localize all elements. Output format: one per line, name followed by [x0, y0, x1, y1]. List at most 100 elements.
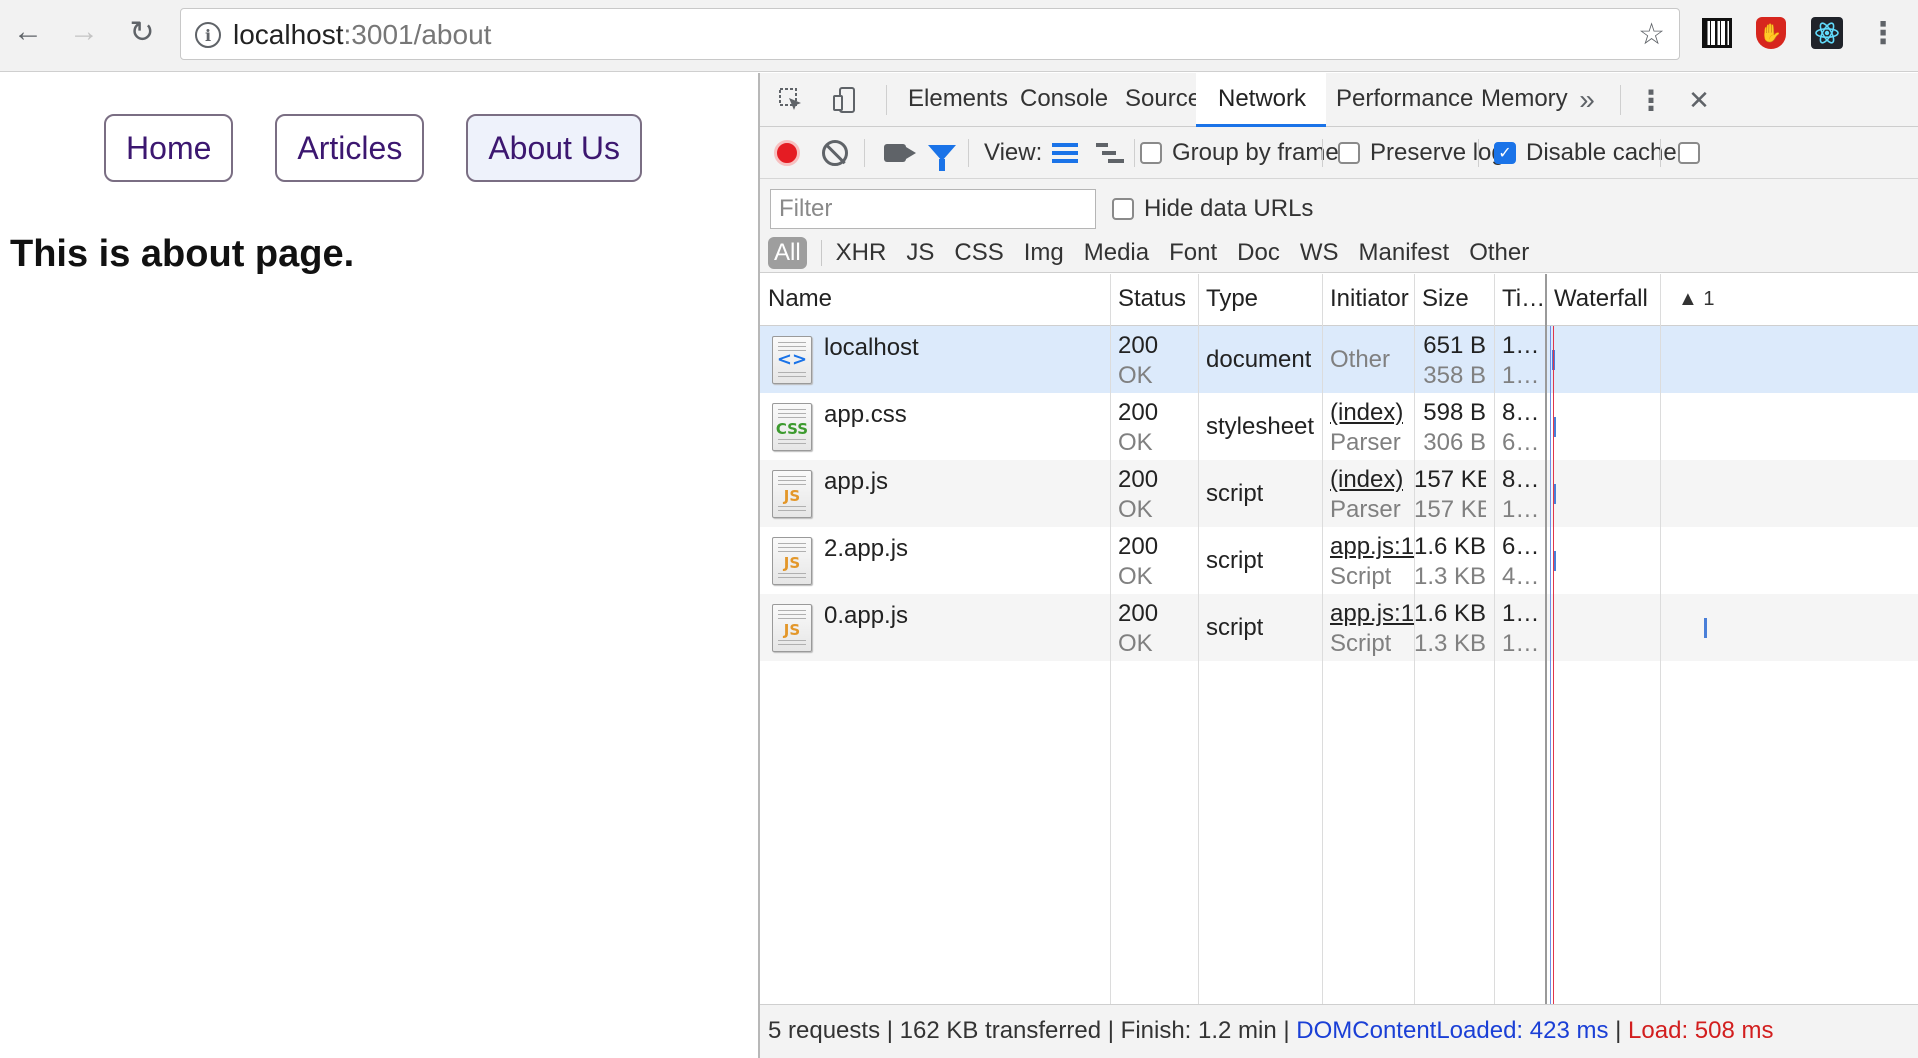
ublock-extension-icon[interactable]: ✋ — [1754, 16, 1788, 50]
react-devtools-extension-icon[interactable] — [1810, 16, 1844, 50]
filter-toggle-button[interactable] — [928, 127, 956, 179]
capture-screenshots-button[interactable] — [884, 127, 916, 179]
devtools-panel: Elements Console Sources Network Perform… — [758, 73, 1918, 1058]
type-filter-css[interactable]: CSS — [954, 239, 1003, 267]
column-header-time[interactable]: Ti… — [1494, 274, 1546, 326]
disable-cache-checkbox[interactable]: ✓ Disable cache — [1494, 127, 1677, 179]
type-filter-doc[interactable]: Doc — [1237, 239, 1280, 267]
request-status: 200 — [1118, 533, 1159, 560]
nav-link-home[interactable]: Home — [104, 114, 234, 182]
tab-performance[interactable]: Performance — [1332, 73, 1477, 127]
request-type: script — [1206, 547, 1264, 574]
request-name[interactable]: app.css — [824, 401, 907, 429]
table-row[interactable]: JS 0.app.js 200 OK script app.js:1 Script 1.6 K… — [760, 594, 1918, 661]
request-initiator[interactable]: (index) — [1330, 399, 1403, 427]
offline-checkbox[interactable] — [1678, 127, 1710, 179]
type-filter-js[interactable]: JS — [906, 239, 934, 267]
request-name[interactable]: 0.app.js — [824, 602, 908, 630]
table-row[interactable]: JS 2.app.js 200 OK script app.js:1 Script 1.6 K… — [760, 527, 1918, 594]
hide-data-urls-label: Hide data URLs — [1144, 195, 1314, 222]
column-header-type[interactable]: Type — [1198, 274, 1322, 326]
device-toolbar-icon[interactable] — [830, 85, 860, 115]
type-filter-all[interactable]: All — [768, 237, 807, 269]
address-url[interactable]: localhost:3001/about — [233, 19, 491, 51]
request-initiator[interactable]: (index) — [1330, 466, 1403, 494]
camera-icon — [884, 144, 916, 162]
request-name[interactable]: localhost — [824, 334, 919, 362]
inspect-element-icon[interactable] — [776, 85, 806, 115]
clear-button[interactable] — [822, 127, 848, 179]
request-initiator: Other — [1330, 346, 1391, 373]
bookmark-star-icon[interactable]: ☆ — [1638, 17, 1665, 52]
request-latency: 6… — [1502, 429, 1540, 456]
table-row[interactable]: JS app.js 200 OK script (index) Parser 157 KB 15… — [760, 460, 1918, 527]
request-initiator[interactable]: app.js:1 — [1330, 533, 1414, 561]
checkbox-icon — [1338, 142, 1360, 164]
table-row[interactable]: <> localhost 200 OK document Other 651 B 358 B 1… — [760, 326, 1918, 393]
type-filter-other[interactable]: Other — [1469, 239, 1529, 267]
type-filter-font[interactable]: Font — [1169, 239, 1217, 267]
view-label: View: — [984, 139, 1043, 166]
more-tabs-icon[interactable]: » — [1572, 84, 1602, 115]
record-button[interactable] — [774, 127, 800, 179]
request-size: 651 B — [1423, 332, 1486, 359]
request-resource-size: 157 KB — [1414, 496, 1486, 523]
request-status: 200 — [1118, 466, 1159, 493]
type-filter-img[interactable]: Img — [1024, 239, 1064, 267]
overview-button[interactable] — [1096, 127, 1124, 179]
request-time: 8… — [1502, 399, 1540, 426]
preserve-log-label: Preserve log — [1370, 139, 1505, 166]
tab-network[interactable]: Network — [1196, 73, 1327, 127]
column-header-initiator[interactable]: Initiator — [1322, 274, 1414, 326]
request-status: 200 — [1118, 600, 1159, 627]
request-time: 1… — [1502, 600, 1540, 627]
nav-link-articles[interactable]: Articles — [275, 114, 425, 182]
filter-input[interactable] — [770, 189, 1096, 229]
nav-link-about-us[interactable]: About Us — [466, 114, 642, 182]
record-icon — [774, 140, 800, 166]
tab-console[interactable]: Console — [1016, 73, 1112, 127]
column-header-status[interactable]: Status — [1110, 274, 1198, 326]
page-viewport: Home Articles About Us This is about pag… — [0, 73, 758, 1058]
site-info-icon[interactable]: i — [195, 22, 221, 48]
site-nav: Home Articles About Us — [0, 114, 758, 182]
close-devtools-icon[interactable]: ✕ — [1684, 85, 1714, 115]
back-button[interactable]: ← — [10, 14, 46, 50]
tab-elements[interactable]: Elements — [904, 73, 1012, 127]
filter-bar: Hide data URLs All XHR JS CSS Img Media … — [760, 179, 1918, 273]
js-file-icon: JS — [772, 537, 812, 585]
filter-icon — [928, 145, 956, 171]
list-view-icon — [1052, 143, 1078, 163]
column-header-size[interactable]: Size — [1414, 274, 1494, 326]
hide-data-urls-checkbox[interactable]: Hide data URLs — [1112, 191, 1313, 227]
table-header: Name Status Type Initiator Size Ti… Wate… — [760, 274, 1918, 326]
type-filter-ws[interactable]: WS — [1300, 239, 1339, 267]
request-initiator-cause: Parser — [1330, 496, 1401, 523]
large-rows-button[interactable] — [1052, 127, 1078, 179]
type-filter-manifest[interactable]: Manifest — [1359, 239, 1450, 267]
request-type: stylesheet — [1206, 413, 1315, 440]
table-row[interactable]: CSS app.css 200 OK stylesheet (index) Parser 59… — [760, 393, 1918, 460]
column-header-waterfall[interactable]: Waterfall — [1546, 274, 1660, 326]
group-by-frame-checkbox[interactable]: Group by frame — [1140, 127, 1339, 179]
devtools-menu-icon[interactable]: ⋮ — [1636, 85, 1666, 116]
sort-indicator[interactable]: ▲ 1 — [1678, 274, 1714, 326]
type-filter-media[interactable]: Media — [1084, 239, 1149, 267]
address-bar[interactable]: i localhost:3001/about ☆ — [180, 8, 1680, 60]
request-name[interactable]: app.js — [824, 468, 888, 496]
type-filter-xhr[interactable]: XHR — [836, 239, 887, 267]
browser-menu-icon[interactable]: ⋮ — [1866, 16, 1900, 50]
checkbox-icon — [1112, 198, 1134, 220]
network-toolbar: View: Group by frame Preserve log ✓ Disa… — [760, 127, 1918, 179]
request-time: 1… — [1502, 332, 1540, 359]
preserve-log-checkbox[interactable]: Preserve log — [1338, 127, 1505, 179]
forward-button[interactable]: → — [66, 14, 102, 50]
request-initiator[interactable]: app.js:1 — [1330, 600, 1414, 628]
tab-memory[interactable]: Memory — [1477, 73, 1572, 127]
request-size: 1.6 KB — [1414, 533, 1486, 560]
column-header-name[interactable]: Name — [760, 274, 1110, 326]
reload-button[interactable]: ↻ — [124, 14, 160, 50]
request-name[interactable]: 2.app.js — [824, 535, 908, 563]
qr-code-extension-icon[interactable] — [1700, 16, 1734, 50]
load-event-marker — [1553, 326, 1554, 1004]
